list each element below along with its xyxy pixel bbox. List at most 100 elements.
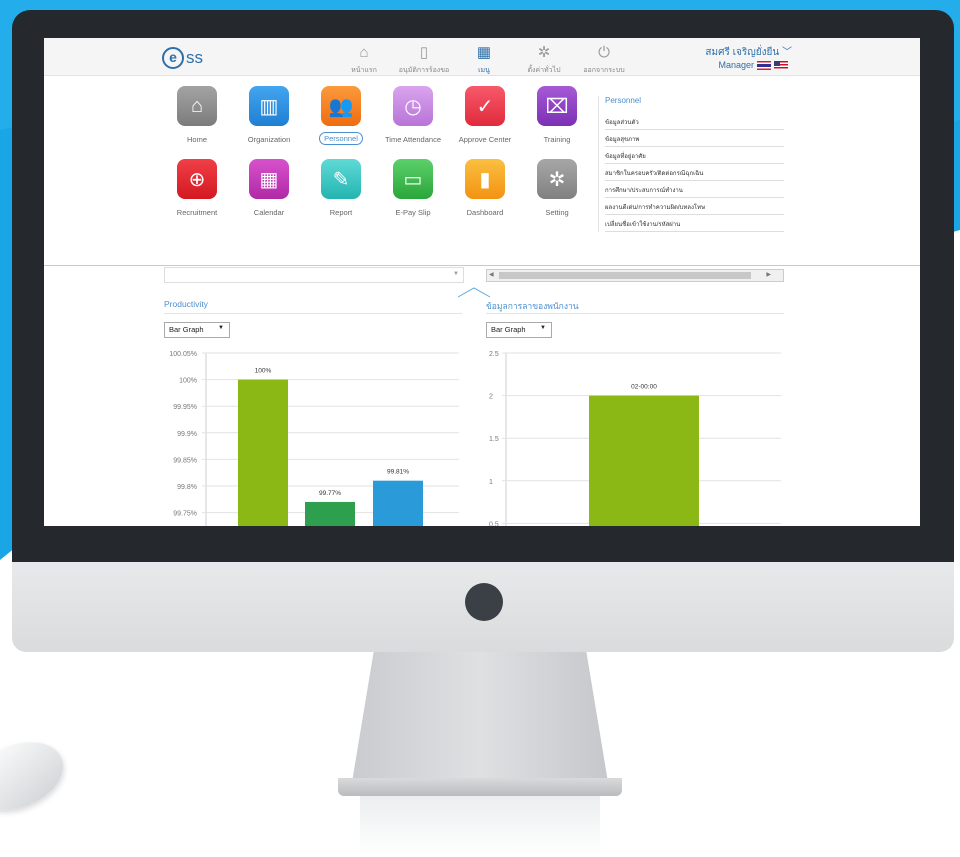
ess-logo[interactable]: e ss <box>162 47 203 69</box>
document-check-icon: ▯ <box>419 44 429 61</box>
app-label: E-Pay Slip <box>395 208 431 217</box>
dropdown-arrow-icon: ▼ <box>453 271 459 277</box>
check-circle-icon: ✓ <box>465 86 505 126</box>
submenu-item-health[interactable]: ข้อมูลสุขภาพ <box>605 130 784 147</box>
y-tick-label: 100% <box>179 378 197 385</box>
user-role-row: Manager <box>718 60 788 70</box>
chevron-down-icon: ﹀ <box>782 47 792 58</box>
app-report[interactable]: ✎ Report <box>306 159 376 217</box>
y-tick-label: 99.75% <box>173 511 197 518</box>
bar-value-label: 100% <box>255 368 272 375</box>
submenu-item-performance[interactable]: ผลงานดีเด่น/การทำความผิด/บทลงโทษ <box>605 198 784 215</box>
topnav-label: อนุมัติการร้องขอ <box>398 67 450 74</box>
graph-type-select[interactable]: Bar Graph ▼ <box>164 322 230 338</box>
app-label: Home <box>186 135 207 144</box>
ess-logo-text: ss <box>186 48 203 67</box>
app-recruitment[interactable]: ⊕ Recruitment <box>162 159 232 217</box>
app-label: Report <box>329 208 353 217</box>
add-person-icon: ⊕ <box>177 159 217 199</box>
scroll-right-icon[interactable]: ▶ <box>766 271 771 278</box>
ess-logo-mark: e <box>162 47 184 69</box>
dropdown-arrow-icon: ▼ <box>218 325 224 331</box>
topnav-approvals[interactable]: ▯ อนุมัติการร้องขอ <box>394 44 454 76</box>
app-menu-panel: ⌂ Home ▥ Organization 👥 Personnel ◷ Time… <box>44 76 920 298</box>
monitor-stand-base <box>338 778 622 796</box>
y-tick-label: 99.8% <box>177 484 197 491</box>
submenu-item-personal-info[interactable]: ข้อมูลส่วนตัว <box>605 113 784 130</box>
app-time-attendance[interactable]: ◷ Time Attendance <box>378 86 448 146</box>
leave-chart: 2.5 2 1.5 1 0.5 02-00:00 <box>489 351 781 526</box>
grid-menu-icon: ▦ <box>476 44 492 61</box>
app-label: Training <box>543 135 571 144</box>
submenu-item-address[interactable]: ข้อมูลที่อยู่อาศัย <box>605 147 784 164</box>
y-tick-label: 1 <box>489 479 493 486</box>
user-name: สมศรี เจริญยั่งยืน <box>705 47 780 58</box>
app-label: Organization <box>247 135 291 144</box>
screen: e ss ⌂ หน้าแรก ▯ อนุมัติการร้องขอ ▦ เมนู… <box>44 38 920 526</box>
bar-value-label: 02-00:00 <box>631 384 657 391</box>
app-training[interactable]: ⌧ Training <box>522 86 592 146</box>
graph-type-select[interactable]: Bar Graph ▼ <box>486 322 552 338</box>
y-tick-label: 100.05% <box>169 351 197 358</box>
user-menu[interactable]: สมศรี เจริญยั่งยืน ﹀ <box>705 43 792 60</box>
chevron-up-icon[interactable] <box>456 285 492 299</box>
app-approve-center[interactable]: ✓ Approve Center <box>450 86 520 146</box>
clock-icon: ◷ <box>393 86 433 126</box>
app-dashboard[interactable]: ▮ Dashboard <box>450 159 520 217</box>
payslip-card-icon: ▭ <box>393 159 433 199</box>
select-value: Bar Graph <box>169 325 204 334</box>
app-label: Time Attendance <box>384 135 441 144</box>
building-icon: ▥ <box>249 86 289 126</box>
app-label: Setting <box>545 208 569 217</box>
app-personnel[interactable]: 👥 Personnel <box>306 86 376 146</box>
bar <box>373 480 423 526</box>
topnav-label: ตั้งค่าทั่วไป <box>527 67 561 74</box>
y-tick-label: 99.9% <box>177 431 197 438</box>
monitor-stand <box>351 652 609 787</box>
submenu-item-change-password[interactable]: เปลี่ยนชื่อเข้าใช้งาน/รหัสผ่าน <box>605 215 784 232</box>
topnav-label: หน้าแรก <box>351 67 377 74</box>
productivity-panel: Productivity Bar Graph ▼ 100.05% 100% 99.9… <box>164 299 462 526</box>
presentation-icon: ⌧ <box>537 86 577 126</box>
topnav-label: ออกจากระบบ <box>583 67 625 74</box>
bar-chart-icon: ▮ <box>465 159 505 199</box>
app-e-pay-slip[interactable]: ▭ E-Pay Slip <box>378 159 448 217</box>
topnav-home[interactable]: ⌂ หน้าแรก <box>334 44 394 76</box>
bar <box>305 501 355 526</box>
stand-reflection <box>360 796 600 857</box>
horizontal-scrollbar[interactable]: ◀ ▶ <box>486 269 784 282</box>
app-home[interactable]: ⌂ Home <box>162 86 232 146</box>
gear-icon: ✲ <box>537 44 551 61</box>
home-icon: ⌂ <box>359 44 369 61</box>
top-nav: ⌂ หน้าแรก ▯ อนุมัติการร้องขอ ▦ เมนู ✲ ตั… <box>334 44 634 76</box>
y-tick-label: 99.85% <box>173 457 197 464</box>
submenu-item-education[interactable]: การศึกษา/ประสบการณ์ทำงาน <box>605 181 784 198</box>
topnav-settings[interactable]: ✲ ตั้งค่าทั่วไป <box>514 44 574 76</box>
app-label: Dashboard <box>466 208 504 217</box>
select-value: Bar Graph <box>491 325 526 334</box>
app-calendar[interactable]: ▦ Calendar <box>234 159 304 217</box>
app-setting[interactable]: ✲ Setting <box>522 159 592 217</box>
topnav-logout[interactable]: ⏻ ออกจากระบบ <box>574 44 634 76</box>
y-tick-label: 1.5 <box>489 436 499 443</box>
app-label: Recruitment <box>176 208 218 217</box>
submenu-item-family[interactable]: สมาชิกในครอบครัว/ติดต่อกรณีฉุกเฉิน <box>605 164 784 181</box>
filter-dropdown[interactable]: ▼ <box>164 267 464 283</box>
dropdown-arrow-icon: ▼ <box>540 325 546 331</box>
scroll-left-icon[interactable]: ◀ <box>489 271 494 278</box>
user-role: Manager <box>718 60 754 70</box>
personnel-submenu: Personnel ข้อมูลส่วนตัว ข้อมูลสุขภาพ ข้อ… <box>598 96 784 232</box>
app-organization[interactable]: ▥ Organization <box>234 86 304 146</box>
topnav-label: เมนู <box>478 67 490 74</box>
topnav-menu[interactable]: ▦ เมนู <box>454 44 514 76</box>
y-tick-label: 2.5 <box>489 351 499 358</box>
thai-flag-icon[interactable] <box>757 60 771 70</box>
scrollbar-thumb[interactable] <box>499 272 751 279</box>
edit-document-icon: ✎ <box>321 159 361 199</box>
monitor-logo-dot <box>465 583 503 621</box>
us-flag-icon[interactable] <box>774 60 788 70</box>
productivity-chart: 100.05% 100% 99.95% 99.9% 99.85% 99.8% 99.75% 1… <box>169 351 459 526</box>
bar-value-label: 99.77% <box>319 490 341 497</box>
app-label: Calendar <box>253 208 285 217</box>
gear-icon: ✲ <box>537 159 577 199</box>
